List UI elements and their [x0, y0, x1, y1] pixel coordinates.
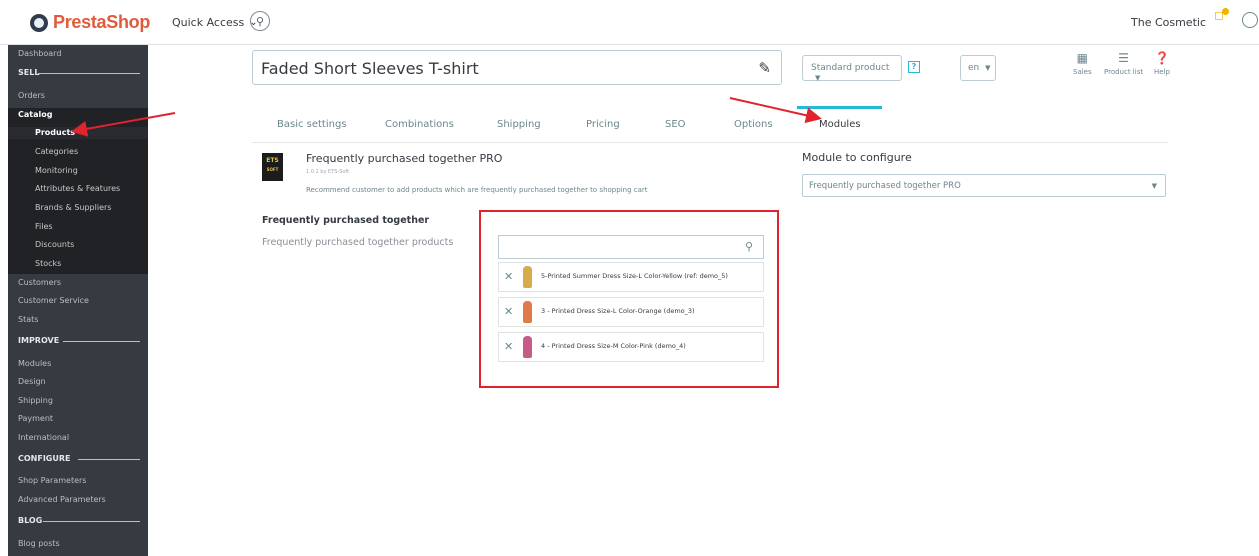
- product-name: 3 - Printed Dress Size-L Color-Orange (d…: [541, 307, 695, 315]
- user-avatar-icon[interactable]: [1242, 12, 1258, 28]
- caret-down-icon: ▼: [985, 64, 991, 72]
- configure-header-label: CONFIGURE: [18, 454, 71, 463]
- tab-modules[interactable]: Modules: [819, 119, 861, 130]
- sales-button[interactable]: ▦ Sales: [1073, 50, 1092, 76]
- sidebar-item-international[interactable]: International: [8, 432, 148, 444]
- module-description: Recommend customer to add products which…: [306, 186, 648, 194]
- sidebar-item-categories[interactable]: Categories: [8, 146, 148, 158]
- sidebar-item-discounts[interactable]: Discounts: [8, 239, 148, 251]
- product-type-help-icon[interactable]: ?: [908, 61, 920, 73]
- tab-seo[interactable]: SEO: [665, 119, 686, 130]
- remove-icon[interactable]: ✕: [504, 305, 513, 318]
- sidebar-item-payment[interactable]: Payment: [8, 413, 148, 425]
- help-button[interactable]: ❓ Help: [1154, 50, 1170, 76]
- module-name: Frequently purchased together PRO: [306, 152, 503, 165]
- sidebar-section-improve: IMPROVE: [8, 335, 148, 347]
- product-list-button[interactable]: ☰ Product list: [1104, 50, 1143, 76]
- sidebar-section-blog: BLOG: [8, 515, 148, 527]
- search-icon[interactable]: ⚲: [250, 11, 270, 31]
- sidebar-item-stocks[interactable]: Stocks: [8, 258, 148, 270]
- sidebar: Dashboard SELL Orders Catalog Products C…: [8, 45, 148, 556]
- sidebar-item-customers[interactable]: Customers: [8, 277, 148, 289]
- list-icon: ☰: [1118, 51, 1129, 65]
- product-name-value: Faded Short Sleeves T-shirt: [261, 59, 479, 78]
- sidebar-item-monitoring[interactable]: Monitoring: [8, 165, 148, 177]
- section-divider: [78, 459, 140, 460]
- product-thumbnail: [523, 301, 532, 323]
- sidebar-item-products[interactable]: Products: [8, 127, 148, 139]
- remove-icon[interactable]: ✕: [504, 270, 513, 283]
- bar-chart-icon: ▦: [1076, 51, 1088, 65]
- sidebar-item-dashboard[interactable]: Dashboard: [8, 48, 148, 60]
- tab-pricing[interactable]: Pricing: [586, 119, 620, 130]
- product-thumbnail: [523, 266, 532, 288]
- quick-access-dropdown[interactable]: Quick Access ⌄: [172, 16, 258, 29]
- sidebar-item-shipping[interactable]: Shipping: [8, 395, 148, 407]
- improve-header-label: IMPROVE: [18, 336, 60, 345]
- product-name: 4 - Printed Dress Size-M Color-Pink (dem…: [541, 342, 686, 350]
- product-name: 5-Printed Summer Dress Size-L Color-Yell…: [541, 272, 728, 280]
- module-logo: ETS SOFT: [262, 153, 283, 181]
- section-divider: [63, 341, 140, 342]
- tab-basic-settings[interactable]: Basic settings: [277, 119, 347, 130]
- sidebar-item-customer-service[interactable]: Customer Service: [8, 295, 148, 307]
- remove-icon[interactable]: ✕: [504, 340, 513, 353]
- sidebar-item-stats[interactable]: Stats: [8, 314, 148, 326]
- sidebar-item-files[interactable]: Files: [8, 221, 148, 233]
- module-version: 1.0.1 by ETS-Soft: [306, 169, 350, 175]
- section-title: Frequently purchased together: [262, 215, 430, 226]
- language-value: en: [968, 63, 980, 73]
- sidebar-item-blog-posts[interactable]: Blog posts: [8, 538, 148, 550]
- product-type-select[interactable]: Standard product ▼: [802, 55, 902, 82]
- section-divider: [43, 521, 140, 522]
- section-divider: [38, 73, 140, 74]
- related-products-label: Frequently purchased together products: [262, 237, 454, 248]
- search-icon: ⚲: [744, 240, 753, 253]
- sidebar-item-brands-suppliers[interactable]: Brands & Suppliers: [8, 202, 148, 214]
- list-item: ✕ 3 - Printed Dress Size-L Color-Orange …: [498, 297, 764, 327]
- sidebar-item-advanced-parameters[interactable]: Advanced Parameters: [8, 494, 148, 506]
- module-config-title: Module to configure: [802, 151, 912, 164]
- product-search-input[interactable]: ⚲: [498, 235, 764, 259]
- tab-combinations[interactable]: Combinations: [385, 119, 454, 130]
- product-list-label: Product list: [1104, 68, 1144, 76]
- help-label: Help: [1154, 68, 1170, 76]
- product-tabs: Basic settings Combinations Shipping Pri…: [252, 110, 1168, 143]
- caret-down-icon: ▼: [815, 74, 821, 82]
- sidebar-item-modules[interactable]: Modules: [8, 358, 148, 370]
- tab-shipping[interactable]: Shipping: [497, 119, 541, 130]
- product-name-field[interactable]: Faded Short Sleeves T-shirt ✎: [252, 50, 782, 85]
- prestashop-logo[interactable]: PrestaShop: [30, 12, 150, 33]
- notification-badge: [1222, 8, 1229, 15]
- active-tab-indicator: [797, 106, 882, 109]
- shop-name-link[interactable]: The Cosmetic: [1131, 16, 1206, 29]
- sidebar-item-orders[interactable]: Orders: [8, 90, 148, 102]
- sales-label: Sales: [1073, 68, 1092, 76]
- quick-access-label: Quick Access: [172, 16, 245, 29]
- sidebar-item-attributes-features[interactable]: Attributes & Features: [8, 183, 148, 195]
- sidebar-item-catalog[interactable]: Catalog: [8, 109, 148, 121]
- product-thumbnail: [523, 336, 532, 358]
- list-item: ✕ 4 - Printed Dress Size-M Color-Pink (d…: [498, 332, 764, 362]
- pencil-icon[interactable]: ✎: [758, 59, 771, 77]
- top-bar: PrestaShop Quick Access ⌄ ⚲ The Cosmetic…: [0, 0, 1259, 45]
- caret-down-icon: ▼: [1151, 182, 1157, 190]
- module-logo-text: ETS: [266, 157, 279, 164]
- tab-options[interactable]: Options: [734, 119, 773, 130]
- prestashop-logo-icon: [30, 13, 48, 32]
- sidebar-item-design[interactable]: Design: [8, 376, 148, 388]
- question-circle-icon: ❓: [1154, 51, 1170, 65]
- logo-text: PrestaShop: [53, 12, 151, 32]
- module-logo-subtext: SOFT: [266, 167, 279, 172]
- module-config-select[interactable]: Frequently purchased together PRO ▼: [802, 174, 1166, 197]
- blog-header-label: BLOG: [18, 516, 43, 525]
- language-select[interactable]: en ▼: [960, 55, 996, 81]
- list-item: ✕ 5-Printed Summer Dress Size-L Color-Ye…: [498, 262, 764, 292]
- sidebar-section-configure: CONFIGURE: [8, 453, 148, 465]
- product-type-value: Standard product: [811, 63, 890, 73]
- sidebar-section-sell: SELL: [8, 67, 148, 79]
- sidebar-item-shop-parameters[interactable]: Shop Parameters: [8, 475, 148, 487]
- sell-header-label: SELL: [18, 68, 40, 77]
- module-config-value: Frequently purchased together PRO: [809, 181, 961, 191]
